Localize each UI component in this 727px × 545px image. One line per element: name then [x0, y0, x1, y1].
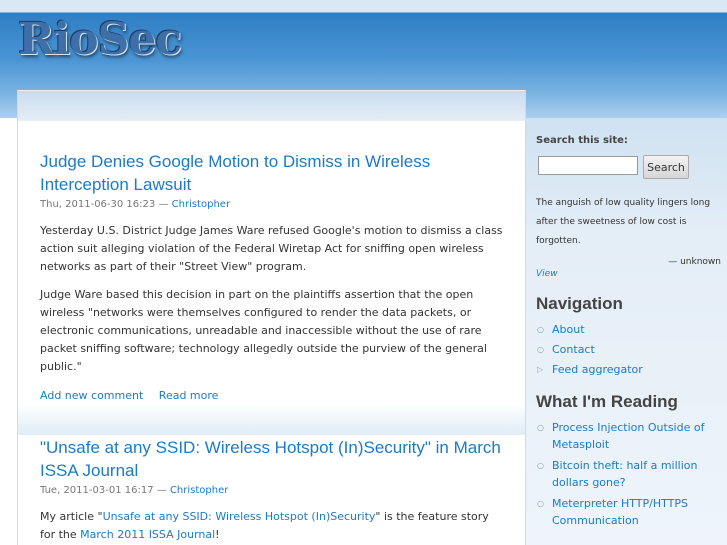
search-form: Search	[536, 155, 721, 179]
journal-link[interactable]: March 2011 ISSA Journal	[80, 528, 215, 541]
add-comment-link[interactable]: Add new comment	[40, 389, 143, 402]
nav-item-label: Feed aggregator	[552, 363, 643, 376]
reading-item[interactable]: ○ Bitcoin theft: half a million dollars g…	[536, 457, 721, 491]
nav-item-feed-aggregator[interactable]: ▷ Feed aggregator	[536, 361, 721, 378]
search-label: Search this site:	[536, 135, 628, 146]
post-title[interactable]: Judge Denies Google Motion to Dismiss in…	[40, 150, 503, 196]
content-top-bar	[18, 90, 525, 121]
circle-bullet-icon: ○	[537, 461, 544, 470]
meta-dash: —	[156, 485, 170, 496]
search-button[interactable]: Search	[643, 155, 689, 179]
quote-text: The anguish of low quality lingers long …	[536, 198, 711, 246]
post-separator	[18, 404, 525, 435]
post-article: "Unsafe at any SSID: Wireless Hotspot (I…	[18, 436, 525, 544]
post-paragraph: Judge Ware based this decision in part o…	[40, 288, 487, 373]
nav-item-label: Contact	[552, 343, 595, 356]
post-meta: Tue, 2011-03-01 16:17 — Christopher	[40, 484, 503, 498]
reading-item-label: Meterpreter HTTP/HTTPS Communication	[552, 497, 688, 527]
navigation-title: Navigation	[536, 294, 623, 313]
site-logo[interactable]: RioSec	[18, 18, 182, 62]
nav-item-about[interactable]: ○ About	[536, 321, 721, 338]
reading-item[interactable]: ○ Meterpreter HTTP/HTTPS Communication	[536, 495, 721, 529]
post-date: Tue, 2011-03-01 16:17	[40, 485, 154, 496]
read-more-link[interactable]: Read more	[159, 389, 219, 402]
post-article: Judge Denies Google Motion to Dismiss in…	[18, 150, 525, 404]
reading-item-label: Process Injection Outside of Metasploit	[552, 421, 705, 451]
sidebar: Search this site: Search The anguish of …	[536, 134, 721, 533]
post-author-link[interactable]: Christopher	[170, 485, 228, 496]
quote-author: — unknown	[668, 257, 721, 267]
paragraph-text: !	[215, 528, 220, 541]
circle-bullet-icon: ○	[537, 325, 544, 334]
navigation-menu: ○ About ○ Contact ▷ Feed aggregator	[536, 321, 721, 378]
quote-view-link[interactable]: View	[536, 269, 721, 279]
collapsed-triangle-icon: ▷	[537, 365, 544, 374]
nav-item-contact[interactable]: ○ Contact	[536, 341, 721, 358]
post-paragraph: My article "Unsafe at any SSID: Wireless…	[40, 508, 503, 544]
circle-bullet-icon: ○	[537, 499, 544, 508]
meta-dash: —	[158, 199, 172, 210]
reading-item[interactable]: ○ Process Injection Outside of Metasploit	[536, 419, 721, 453]
main-content: Judge Denies Google Motion to Dismiss in…	[17, 90, 526, 545]
post-date: Thu, 2011-06-30 16:23	[40, 199, 156, 210]
paragraph-text: My article "	[40, 510, 103, 523]
reading-list: ○ Process Injection Outside of Metasploit…	[536, 419, 721, 529]
circle-bullet-icon: ○	[537, 345, 544, 354]
circle-bullet-icon: ○	[537, 423, 544, 432]
post-paragraph: Yesterday U.S. District Judge James Ware…	[40, 224, 503, 273]
article-link[interactable]: Unsafe at any SSID: Wireless Hotspot (In…	[103, 510, 376, 523]
search-input[interactable]	[538, 156, 638, 175]
reading-item-label: Bitcoin theft: half a million dollars go…	[552, 459, 698, 489]
reading-title: What I'm Reading	[536, 392, 678, 411]
post-title[interactable]: "Unsafe at any SSID: Wireless Hotspot (I…	[40, 436, 503, 482]
nav-item-label: About	[552, 323, 585, 336]
post-author-link[interactable]: Christopher	[172, 199, 230, 210]
post-meta: Thu, 2011-06-30 16:23 — Christopher	[40, 198, 503, 212]
post-links: Add new comment Read more	[40, 388, 503, 404]
